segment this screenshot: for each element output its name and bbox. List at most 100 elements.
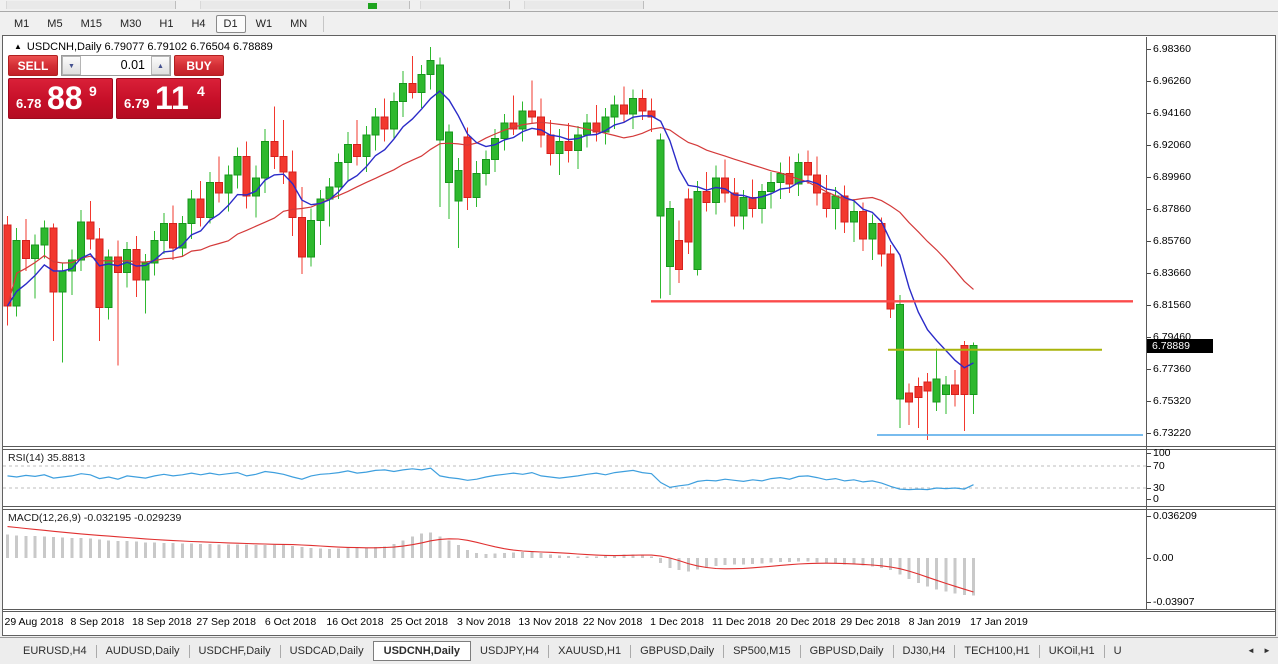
current-price-tag: 6.78889	[1147, 339, 1213, 353]
date-axis-label: 22 Nov 2018	[583, 616, 643, 628]
axis-tick	[1147, 558, 1151, 559]
axis-tick	[1147, 337, 1151, 338]
price-scale-border[interactable]	[1146, 37, 1147, 609]
chart-tab-usdcad-daily[interactable]: USDCAD,Daily	[281, 641, 373, 661]
axis-tick	[1147, 81, 1151, 82]
macd-signal-line	[8, 527, 974, 592]
chart-tab-ukoil-h1[interactable]: UKOil,H1	[1040, 641, 1104, 661]
axis-tick	[1147, 401, 1151, 402]
panel-splitter	[3, 611, 1275, 612]
axis-tick	[1147, 177, 1151, 178]
axis-tick	[1147, 113, 1151, 114]
panel-splitter[interactable]	[3, 506, 1275, 507]
timeframe-button-mn[interactable]: MN	[282, 15, 315, 33]
price-axis-label: 6.94160	[1153, 107, 1191, 119]
date-axis-label: 1 Dec 2018	[650, 616, 704, 628]
chart-tab-clipped[interactable]: U	[1105, 641, 1131, 661]
timeframe-button-m1[interactable]: M1	[6, 15, 37, 33]
axis-tick	[1147, 433, 1151, 434]
buy-button[interactable]: BUY	[174, 55, 224, 76]
buy-price-big: 11	[155, 80, 189, 117]
collapse-panel-icon[interactable]: ▲	[14, 42, 22, 51]
axis-tick	[1147, 602, 1151, 603]
timeframe-button-h4[interactable]: H4	[183, 15, 213, 33]
sell-price-small: 6.78	[16, 96, 41, 111]
price-axis-label: 6.73220	[1153, 427, 1191, 439]
chart-tab-eurusd-h4[interactable]: EURUSD,H4	[14, 641, 96, 661]
volume-decrease-button[interactable]: ▼	[62, 56, 81, 75]
sell-price-sup: 9	[89, 83, 97, 99]
axis-tick	[1147, 145, 1151, 146]
rsi-line	[8, 468, 974, 489]
date-axis-label: 17 Jan 2019	[970, 616, 1028, 628]
axis-tick	[1147, 273, 1151, 274]
date-axis-label: 11 Dec 2018	[712, 616, 771, 628]
tab-scroll-buttons: ◄►	[1244, 643, 1274, 659]
timeframe-button-m5[interactable]: M5	[39, 15, 70, 33]
chart-tab-tech100-h1[interactable]: TECH100,H1	[955, 641, 1038, 661]
axis-tick	[1147, 516, 1151, 517]
buy-price-box[interactable]: 6.79 11 4	[116, 78, 221, 119]
ma-fast-line	[8, 91, 974, 368]
axis-tick	[1147, 305, 1151, 306]
toolbar-button-edge	[524, 1, 644, 9]
toolbar-button-edge	[6, 1, 176, 9]
volume-increase-button[interactable]: ▲	[151, 56, 170, 75]
date-axis-label: 20 Dec 2018	[776, 616, 836, 628]
sell-button[interactable]: SELL	[8, 55, 58, 76]
timeframe-button-m15[interactable]: M15	[73, 15, 110, 33]
symbol-period-label: USDCNH,Daily	[27, 41, 102, 53]
sell-price-box[interactable]: 6.78 88 9	[8, 78, 113, 119]
rsi-axis-label: 100	[1153, 447, 1171, 459]
price-axis-label: 6.96260	[1153, 75, 1191, 87]
date-axis-label: 8 Jan 2019	[909, 616, 961, 628]
toolbar-button-edge	[420, 1, 510, 9]
macd-indicator-label: MACD(12,26,9) -0.032195 -0.029239	[8, 512, 181, 524]
chart-tab-usdchf-daily[interactable]: USDCHF,Daily	[190, 641, 280, 661]
timeframe-button-h1[interactable]: H1	[151, 15, 181, 33]
chart-tab-gbpusd-daily[interactable]: GBPUSD,Daily	[801, 641, 893, 661]
ma-slow-line	[8, 122, 974, 306]
volume-stepper: ▼ 0.01 ▲	[61, 55, 171, 76]
price-axis-label: 6.85760	[1153, 235, 1191, 247]
price-axis-label: 6.98360	[1153, 43, 1191, 55]
axis-tick	[1147, 453, 1151, 454]
axis-tick	[1147, 499, 1151, 500]
chart-tab-usdjpy-h4[interactable]: USDJPY,H4	[471, 641, 548, 661]
buy-price-sup: 4	[197, 83, 205, 99]
price-axis-label: 6.77360	[1153, 363, 1191, 375]
axis-tick	[1147, 466, 1151, 467]
toolbar-separator	[323, 16, 324, 32]
date-axis-label: 3 Nov 2018	[457, 616, 511, 628]
date-axis-label: 25 Oct 2018	[391, 616, 448, 628]
panel-splitter	[3, 609, 1275, 610]
chart-tab-usdcnh-daily[interactable]: USDCNH,Daily	[373, 641, 471, 661]
rsi-axis-label: 0	[1153, 493, 1159, 505]
chart-tab-sp500-m15[interactable]: SP500,M15	[724, 641, 799, 661]
rsi-indicator-label: RSI(14) 35.8813	[8, 452, 85, 464]
connection-status-icon	[368, 3, 377, 9]
chart-tab-audusd-daily[interactable]: AUDUSD,Daily	[97, 641, 189, 661]
date-axis-label: 29 Aug 2018	[5, 616, 64, 628]
panel-splitter[interactable]	[3, 446, 1275, 447]
timeframe-button-d1[interactable]: D1	[216, 15, 246, 33]
axis-tick	[1147, 241, 1151, 242]
date-axis-label: 13 Nov 2018	[518, 616, 578, 628]
timeframe-button-w1[interactable]: W1	[248, 15, 281, 33]
date-axis-label: 29 Dec 2018	[840, 616, 900, 628]
ohlc-values-label: 6.79077 6.79102 6.76504 6.78889	[105, 41, 273, 53]
chart-tab-gbpusd-daily[interactable]: GBPUSD,Daily	[631, 641, 723, 661]
chart-tab-bar: EURUSD,H4AUDUSD,DailyUSDCHF,DailyUSDCAD,…	[0, 637, 1278, 664]
tab-scroll-left-icon[interactable]: ◄	[1244, 643, 1258, 659]
volume-input[interactable]: 0.01	[81, 56, 151, 75]
price-axis-label: 6.92060	[1153, 139, 1191, 151]
macd-histogram	[6, 532, 975, 595]
chart-tab-dj30-h4[interactable]: DJ30,H4	[894, 641, 955, 661]
tab-scroll-right-icon[interactable]: ►	[1260, 643, 1274, 659]
axis-tick	[1147, 209, 1151, 210]
timeframe-button-m30[interactable]: M30	[112, 15, 149, 33]
panel-splitter[interactable]	[3, 449, 1275, 450]
chart-tab-xauusd-h1[interactable]: XAUUSD,H1	[549, 641, 630, 661]
axis-tick	[1147, 369, 1151, 370]
panel-splitter[interactable]	[3, 509, 1275, 510]
